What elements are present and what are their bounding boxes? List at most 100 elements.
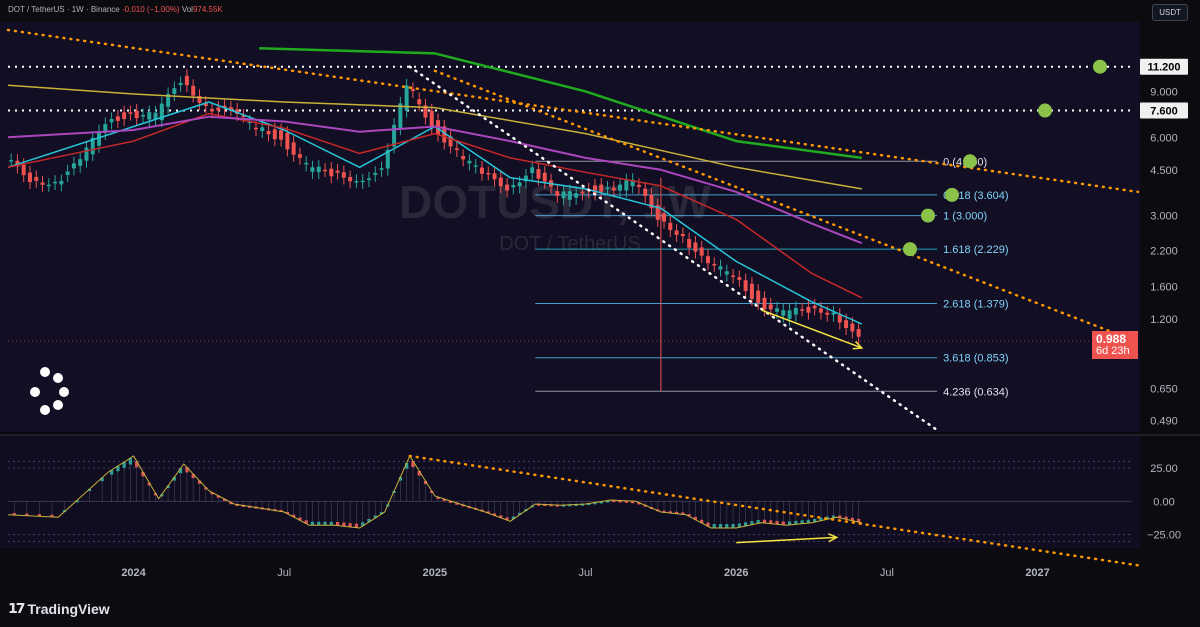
candle-body — [844, 320, 849, 328]
candle-body — [366, 178, 371, 181]
price-tick-label: 0.490 — [1150, 415, 1178, 427]
candle-body — [517, 182, 522, 187]
candle-body — [812, 305, 817, 309]
candle-body — [354, 181, 359, 183]
polkadot-logo-dot — [53, 373, 63, 383]
candle-body — [605, 187, 610, 190]
candle-body — [373, 172, 378, 175]
fib-level-label: 2.618 (1.379) — [943, 298, 1008, 310]
candle-body — [115, 116, 120, 121]
candle-body — [536, 169, 541, 179]
time-axis-bg — [0, 548, 1200, 590]
candle-body — [216, 107, 221, 111]
symbol-header: DOT / TetherUS · 1W · Binance -0.010 (−1… — [8, 5, 223, 14]
candle-body — [486, 172, 491, 175]
candle-body — [379, 168, 384, 170]
candle-body — [210, 108, 215, 112]
price-tick-label: 11.200 — [1147, 62, 1180, 74]
tradingview-logo[interactable]: 𝟭𝟳 TradingView — [8, 600, 110, 617]
candle-body — [662, 213, 667, 222]
candle-body — [806, 306, 811, 313]
candle-body — [9, 160, 14, 162]
pane-divider — [0, 434, 1200, 436]
price-tick-label: 1.600 — [1150, 282, 1178, 294]
candle-body — [341, 172, 346, 178]
candle-body — [693, 242, 698, 252]
candle-body — [555, 191, 560, 196]
candle-body — [65, 171, 70, 176]
candle-body — [850, 323, 855, 332]
candle-body — [109, 118, 114, 123]
candle-body — [147, 112, 152, 120]
candle-body — [46, 184, 51, 187]
candle-body — [461, 155, 466, 160]
candle-body — [272, 129, 277, 140]
candle-body — [184, 75, 189, 86]
candle-body — [731, 275, 736, 278]
candle-body — [611, 187, 616, 191]
volume-label: Vol — [181, 5, 193, 14]
candle-body — [737, 277, 742, 280]
fib-level-label: 3.618 (0.853) — [943, 353, 1008, 365]
candle-body — [599, 184, 604, 192]
fib-level-label: 1.618 (2.229) — [943, 244, 1008, 256]
polkadot-logo-dot — [53, 400, 63, 410]
candle-body — [674, 230, 679, 235]
polkadot-logo-dot — [40, 405, 50, 415]
candle-body — [285, 132, 290, 150]
oscillator-axis: 25.00 0.00 −25.00 — [1147, 463, 1181, 542]
candle-body — [781, 310, 786, 316]
candle-body — [316, 166, 321, 173]
price-tick-label: 4.500 — [1150, 165, 1178, 177]
candle-body — [71, 163, 76, 169]
candle-body — [749, 283, 754, 300]
candle-body — [743, 280, 748, 292]
candle-body — [454, 148, 459, 151]
candle-body — [78, 159, 83, 166]
candle-body — [624, 180, 629, 191]
oscillator-tick-label: −25.00 — [1147, 530, 1181, 542]
price-tick-label: 3.000 — [1150, 211, 1178, 223]
candle-body — [643, 188, 648, 197]
time-tick-label: 2027 — [1025, 567, 1049, 579]
candle-body — [266, 131, 271, 135]
chart-frame: DOTUSDT, 1WDOT / TetherUS0 (4.850)0.618 … — [0, 0, 1200, 627]
plot-backgrounds — [0, 22, 1200, 590]
candle-body — [335, 170, 340, 173]
chart-canvas[interactable]: DOTUSDT, 1WDOT / TetherUS0 (4.850)0.618 … — [0, 0, 1200, 627]
candle-body — [260, 127, 265, 132]
tradingview-brand: TradingView — [27, 600, 110, 617]
fib-level-label: 4.236 (0.634) — [943, 386, 1008, 398]
target-dot — [921, 208, 935, 223]
candle-body — [542, 172, 547, 182]
target-dot — [903, 242, 917, 257]
candle-body — [800, 309, 805, 311]
time-tick-label: Jul — [579, 567, 593, 579]
candle-body — [837, 314, 842, 323]
candle-body — [310, 167, 315, 172]
candle-body — [279, 130, 284, 140]
candle-body — [668, 222, 673, 231]
candle-body — [40, 182, 45, 185]
volume-value: 974.55K — [192, 5, 223, 14]
candle-body — [304, 162, 309, 165]
candle-body — [323, 169, 328, 172]
candle-body — [567, 191, 572, 200]
candle-body — [511, 184, 516, 188]
time-tick-label: 2025 — [423, 567, 447, 579]
candle-body — [505, 184, 510, 191]
candle-body — [530, 167, 535, 174]
oscillator-pane-bg — [0, 436, 1140, 548]
tradingview-icon: 𝟭𝟳 — [8, 600, 26, 616]
candle-body — [636, 184, 641, 187]
currency-button[interactable]: USDT — [1152, 4, 1188, 21]
candle-body — [467, 160, 472, 164]
price-change: -0.010 (−1.00%) — [121, 5, 180, 14]
price-tick-label: 2.200 — [1150, 246, 1178, 258]
candle-body — [27, 172, 32, 183]
time-tick-label: Jul — [277, 567, 291, 579]
candle-body — [34, 176, 39, 181]
polkadot-logo-dot — [30, 387, 40, 397]
candle-body — [856, 328, 861, 337]
candle-body — [128, 112, 133, 114]
